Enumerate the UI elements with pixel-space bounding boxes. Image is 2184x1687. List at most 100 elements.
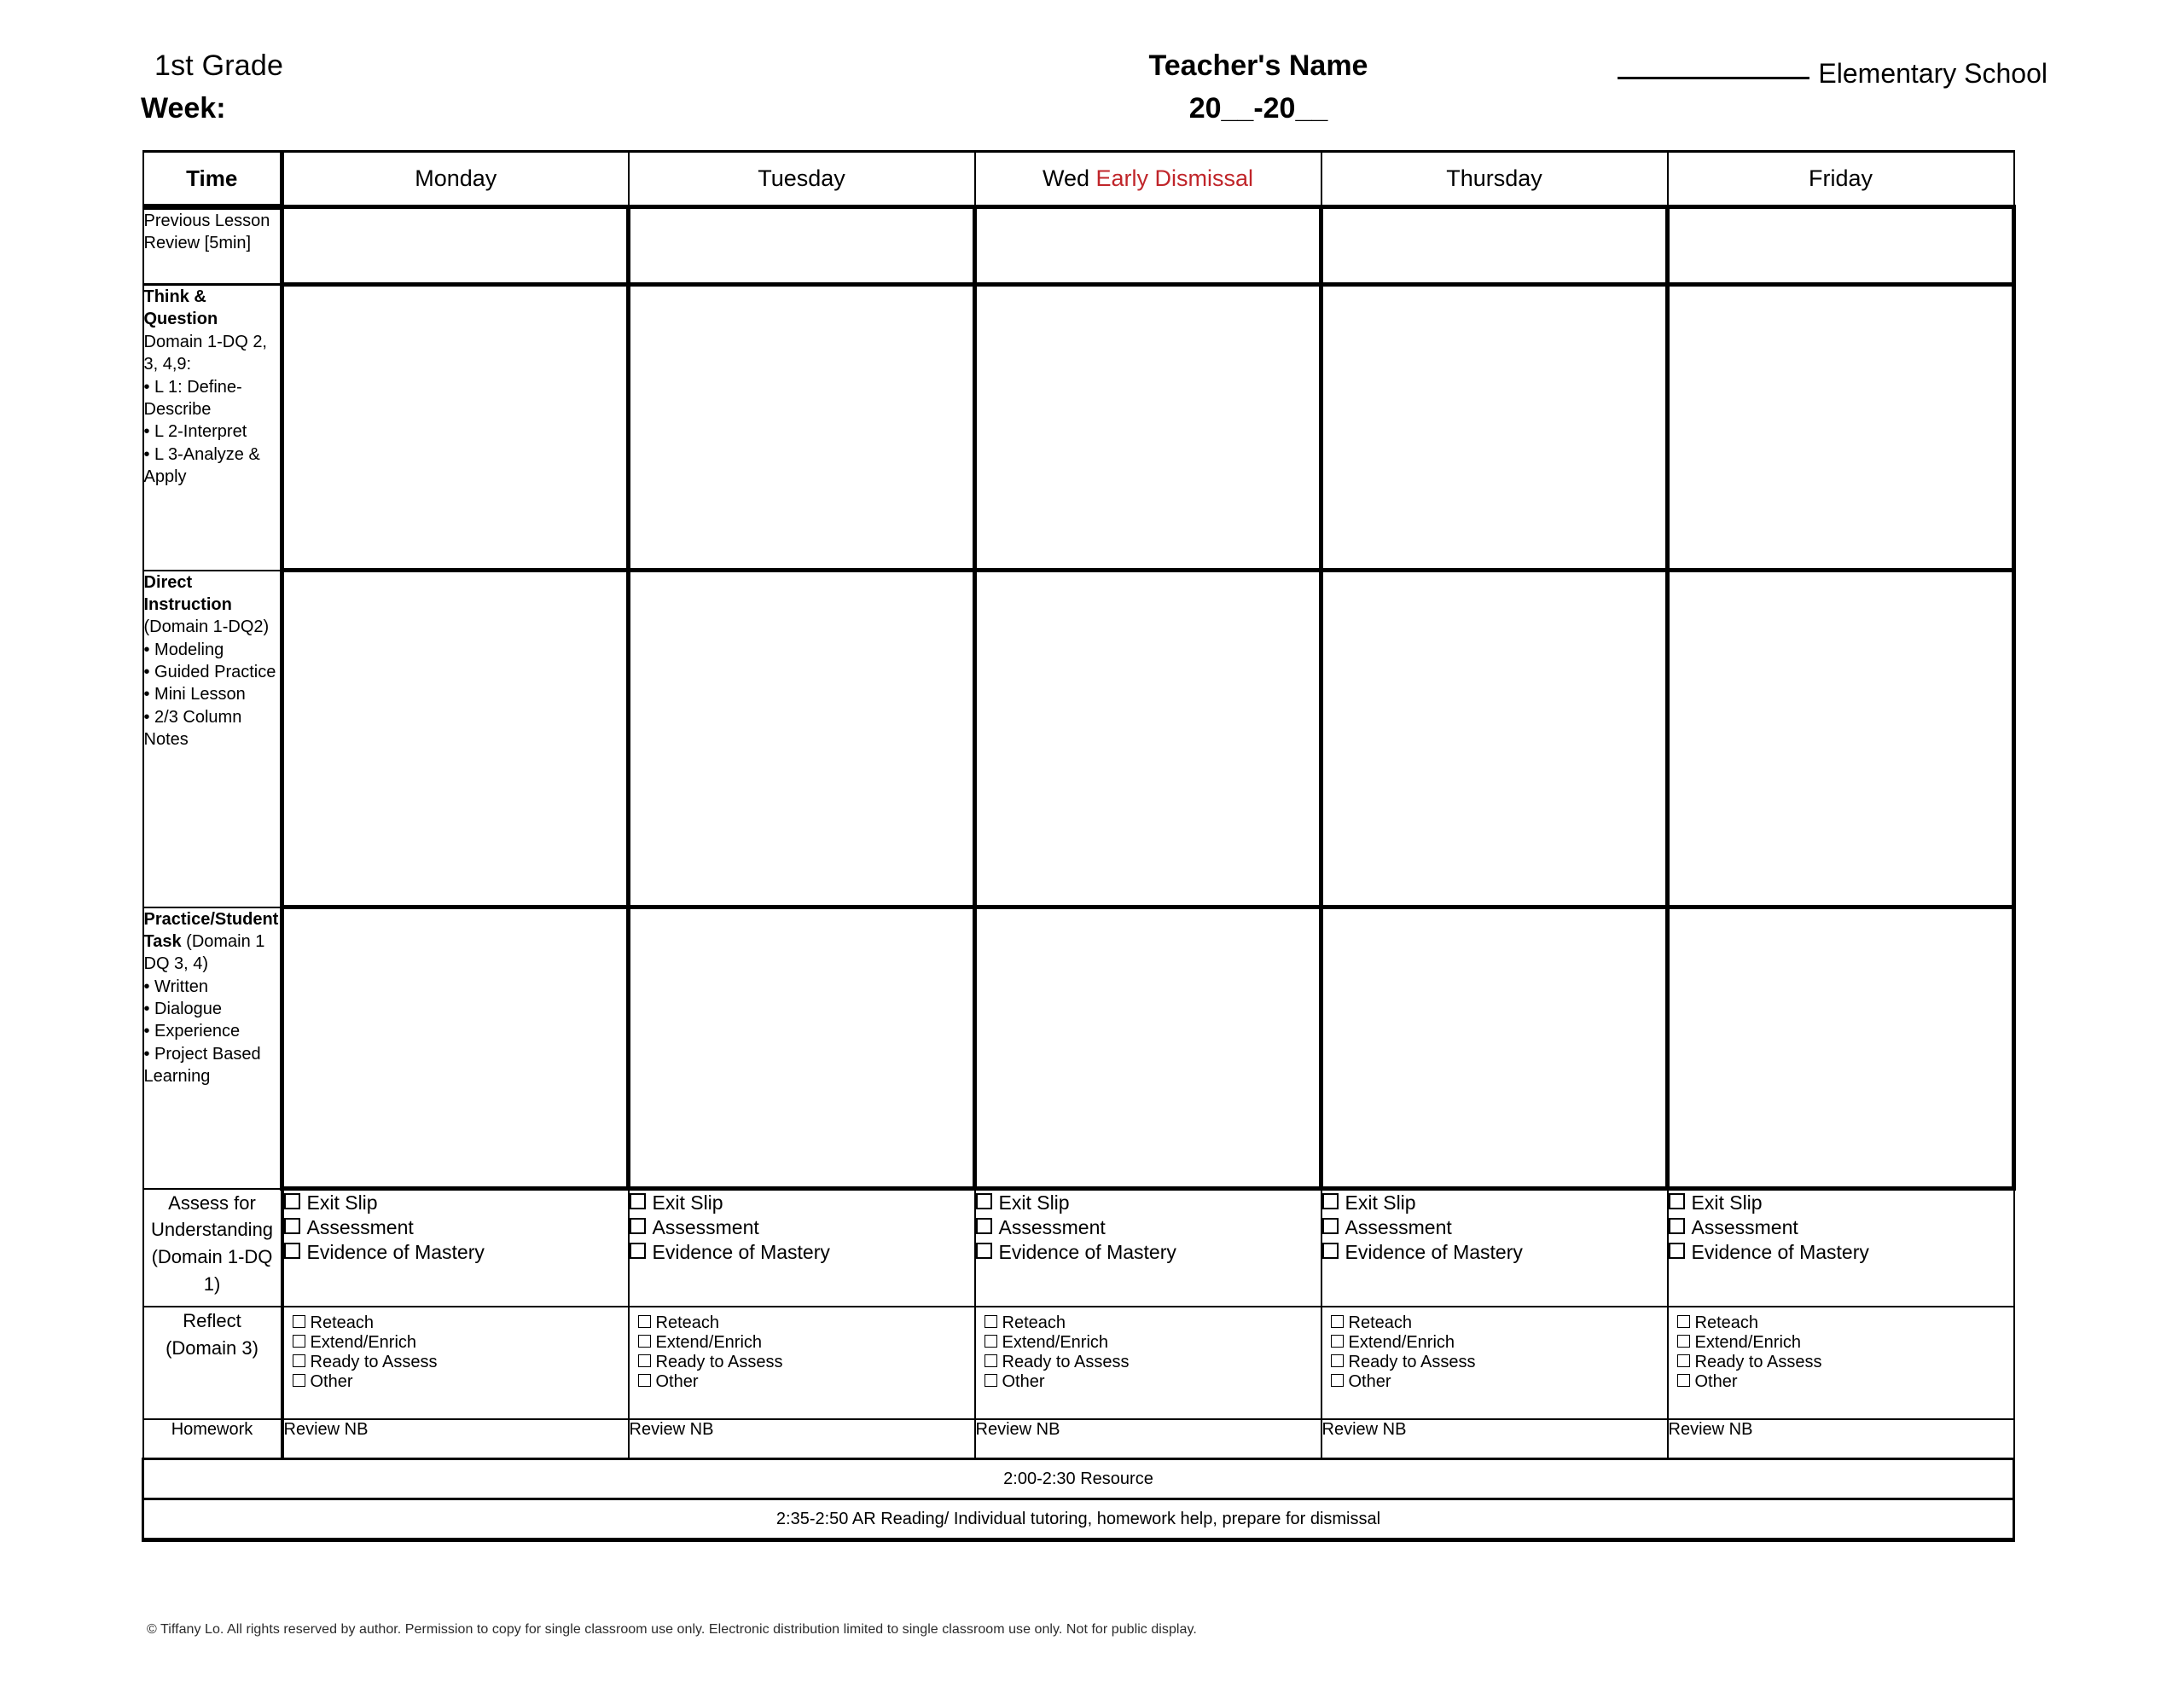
checkbox-icon[interactable] bbox=[292, 1354, 305, 1367]
checkbox-row[interactable]: Evidence of Mastery bbox=[1321, 1240, 1667, 1265]
checkbox-row[interactable]: Assessment bbox=[1668, 1215, 2013, 1240]
checkbox-icon[interactable] bbox=[292, 1373, 305, 1387]
cell-direct-instruction-wednesday[interactable] bbox=[973, 568, 1323, 909]
checkbox-icon[interactable] bbox=[975, 1193, 992, 1209]
checkbox-icon[interactable] bbox=[1330, 1354, 1344, 1367]
checkbox-icon[interactable] bbox=[1668, 1243, 1685, 1259]
checkbox-row[interactable]: Extend/Enrich bbox=[984, 1332, 1316, 1352]
checkbox-icon[interactable] bbox=[984, 1354, 997, 1367]
checkbox-row[interactable]: Ready to Assess bbox=[1330, 1352, 1662, 1371]
checkbox-icon[interactable] bbox=[1668, 1193, 1685, 1209]
cell-direct-instruction-tuesday[interactable] bbox=[626, 568, 977, 909]
cell-previous-lesson-review-monday[interactable] bbox=[280, 205, 630, 287]
checkbox-row[interactable]: Other bbox=[292, 1371, 623, 1391]
checkbox-icon[interactable] bbox=[975, 1218, 992, 1234]
checkbox-row[interactable]: Assessment bbox=[1321, 1215, 1667, 1240]
checkbox-icon[interactable] bbox=[629, 1218, 646, 1234]
checkbox-row[interactable]: Exit Slip bbox=[975, 1191, 1321, 1215]
checkbox-icon[interactable] bbox=[1321, 1218, 1339, 1234]
checkbox-label: Extend/Enrich bbox=[1694, 1332, 1802, 1352]
checkbox-row[interactable]: Evidence of Mastery bbox=[283, 1240, 628, 1265]
checkbox-row[interactable]: Assessment bbox=[629, 1215, 974, 1240]
checkbox-icon[interactable] bbox=[283, 1193, 300, 1209]
checkbox-row[interactable]: Ready to Assess bbox=[637, 1352, 969, 1371]
checkbox-row[interactable]: Reteach bbox=[292, 1313, 623, 1332]
checkbox-row[interactable]: Other bbox=[1330, 1371, 1662, 1391]
checkbox-row[interactable]: Ready to Assess bbox=[292, 1352, 623, 1371]
checkbox-row[interactable]: Extend/Enrich bbox=[1676, 1332, 2008, 1352]
checkbox-row[interactable]: Assessment bbox=[283, 1215, 628, 1240]
cell-previous-lesson-review-thursday[interactable] bbox=[1319, 205, 1670, 287]
checkbox-row[interactable]: Reteach bbox=[984, 1313, 1316, 1332]
checkbox-row[interactable]: Reteach bbox=[637, 1313, 969, 1332]
checkbox-row[interactable]: Ready to Assess bbox=[984, 1352, 1316, 1371]
checkbox-row[interactable]: Extend/Enrich bbox=[1330, 1332, 1662, 1352]
checkbox-row[interactable]: Exit Slip bbox=[629, 1191, 974, 1215]
checkbox-icon[interactable] bbox=[292, 1314, 305, 1328]
checkbox-icon[interactable] bbox=[975, 1243, 992, 1259]
checkbox-icon[interactable] bbox=[1676, 1354, 1690, 1367]
checkbox-icon[interactable] bbox=[1676, 1314, 1690, 1328]
checkbox-row[interactable]: Evidence of Mastery bbox=[975, 1240, 1321, 1265]
checkbox-row[interactable]: Evidence of Mastery bbox=[629, 1240, 974, 1265]
checkbox-icon[interactable] bbox=[1330, 1334, 1344, 1348]
cell-homework-monday[interactable]: Review NB bbox=[281, 1418, 630, 1460]
cell-practice-student-task-thursday[interactable] bbox=[1319, 905, 1670, 1191]
checkbox-icon[interactable] bbox=[1321, 1193, 1339, 1209]
checkbox-icon[interactable] bbox=[1321, 1243, 1339, 1259]
checkbox-row[interactable]: Other bbox=[984, 1371, 1316, 1391]
cell-think-and-question-friday[interactable] bbox=[1665, 282, 2016, 572]
checkbox-icon[interactable] bbox=[1330, 1373, 1344, 1387]
cell-previous-lesson-review-wednesday[interactable] bbox=[973, 205, 1323, 287]
checkbox-icon[interactable] bbox=[292, 1334, 305, 1348]
checkbox-icon[interactable] bbox=[629, 1193, 646, 1209]
cell-homework-tuesday[interactable]: Review NB bbox=[627, 1418, 976, 1460]
checkbox-icon[interactable] bbox=[1676, 1373, 1690, 1387]
checkbox-row[interactable]: Assessment bbox=[975, 1215, 1321, 1240]
checkbox-row[interactable]: Other bbox=[637, 1371, 969, 1391]
checkbox-icon[interactable] bbox=[1330, 1314, 1344, 1328]
cell-practice-student-task-tuesday[interactable] bbox=[626, 905, 977, 1191]
cell-think-and-question-thursday[interactable] bbox=[1319, 282, 1670, 572]
checkbox-icon[interactable] bbox=[629, 1243, 646, 1259]
checkbox-icon[interactable] bbox=[984, 1334, 997, 1348]
cell-homework-friday[interactable]: Review NB bbox=[1666, 1418, 2015, 1460]
cell-think-and-question-monday[interactable] bbox=[280, 282, 630, 572]
row-label-practice-student-task: Practice/Student Task (Domain 1 DQ 3, 4)… bbox=[142, 906, 284, 1190]
checkbox-icon[interactable] bbox=[283, 1218, 300, 1234]
checkbox-row[interactable]: Exit Slip bbox=[1321, 1191, 1667, 1215]
checkbox-row[interactable]: Reteach bbox=[1330, 1313, 1662, 1332]
checkbox-label: Evidence of Mastery bbox=[652, 1241, 830, 1263]
checkbox-icon[interactable] bbox=[1676, 1334, 1690, 1348]
checkbox-row[interactable]: Extend/Enrich bbox=[637, 1332, 969, 1352]
checkbox-icon[interactable] bbox=[283, 1243, 300, 1259]
checkbox-icon[interactable] bbox=[637, 1373, 651, 1387]
assess-label-line-2: Understanding bbox=[150, 1219, 274, 1241]
checkbox-icon[interactable] bbox=[1668, 1218, 1685, 1234]
checkbox-row[interactable]: Exit Slip bbox=[283, 1191, 628, 1215]
cell-previous-lesson-review-tuesday[interactable] bbox=[626, 205, 977, 287]
cell-think-and-question-tuesday[interactable] bbox=[626, 282, 977, 572]
cell-practice-student-task-friday[interactable] bbox=[1665, 905, 2016, 1191]
cell-direct-instruction-friday[interactable] bbox=[1665, 568, 2016, 909]
cell-previous-lesson-review-friday[interactable] bbox=[1665, 205, 2016, 287]
checkbox-row[interactable]: Reteach bbox=[1676, 1313, 2008, 1332]
cell-practice-student-task-monday[interactable] bbox=[280, 905, 630, 1191]
checkbox-icon[interactable] bbox=[984, 1373, 997, 1387]
school-name-blank[interactable] bbox=[1618, 76, 1810, 79]
cell-homework-wednesday[interactable]: Review NB bbox=[973, 1418, 1322, 1460]
checkbox-icon[interactable] bbox=[637, 1314, 651, 1328]
checkbox-row[interactable]: Ready to Assess bbox=[1676, 1352, 2008, 1371]
checkbox-row[interactable]: Exit Slip bbox=[1668, 1191, 2013, 1215]
cell-think-and-question-wednesday[interactable] bbox=[973, 282, 1323, 572]
checkbox-icon[interactable] bbox=[637, 1334, 651, 1348]
cell-practice-student-task-wednesday[interactable] bbox=[973, 905, 1323, 1191]
cell-direct-instruction-monday[interactable] bbox=[280, 568, 630, 909]
cell-direct-instruction-thursday[interactable] bbox=[1319, 568, 1670, 909]
checkbox-row[interactable]: Evidence of Mastery bbox=[1668, 1240, 2013, 1265]
checkbox-icon[interactable] bbox=[984, 1314, 997, 1328]
checkbox-row[interactable]: Other bbox=[1676, 1371, 2008, 1391]
cell-homework-thursday[interactable]: Review NB bbox=[1320, 1418, 1669, 1460]
checkbox-row[interactable]: Extend/Enrich bbox=[292, 1332, 623, 1352]
checkbox-icon[interactable] bbox=[637, 1354, 651, 1367]
